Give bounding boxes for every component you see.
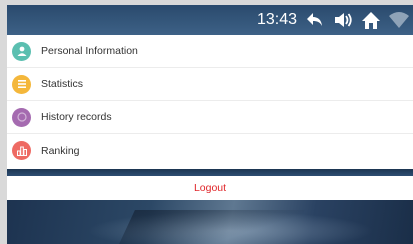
menu-item-ranking[interactable]: Ranking [7, 134, 413, 167]
logout-button[interactable]: Logout [194, 182, 226, 194]
menu-item-statistics[interactable]: Statistics [7, 68, 413, 101]
ranking-icon [12, 141, 31, 160]
menu-item-label: Ranking [41, 144, 80, 157]
menu-item-personal-information[interactable]: Personal Information [7, 35, 413, 68]
statistics-icon [12, 74, 31, 94]
menu-item-label: Statistics [41, 78, 84, 90]
settings-menu: Personal Information Statistics History … [7, 35, 413, 169]
person-icon [12, 41, 31, 61]
status-time: 13:43 [256, 11, 297, 28]
home-icon[interactable] [361, 10, 381, 30]
device-frame: 13:43 Personal Information Statistics Hi… [0, 0, 413, 244]
volume-icon[interactable] [333, 10, 353, 30]
menu-item-label: History records [41, 111, 112, 123]
screen: 13:43 Personal Information Statistics Hi… [7, 5, 413, 244]
menu-item-history-records[interactable]: History records [7, 101, 413, 134]
divider-strip [7, 169, 413, 176]
menu-item-label: Personal Information [41, 45, 138, 57]
logout-row: Logout [7, 176, 413, 200]
history-icon [12, 107, 31, 127]
status-icons: 13:43 [257, 8, 409, 32]
wallpaper-background [7, 200, 413, 244]
status-bar: 13:43 [7, 5, 413, 35]
wifi-icon [389, 10, 409, 30]
back-icon[interactable] [305, 10, 325, 30]
